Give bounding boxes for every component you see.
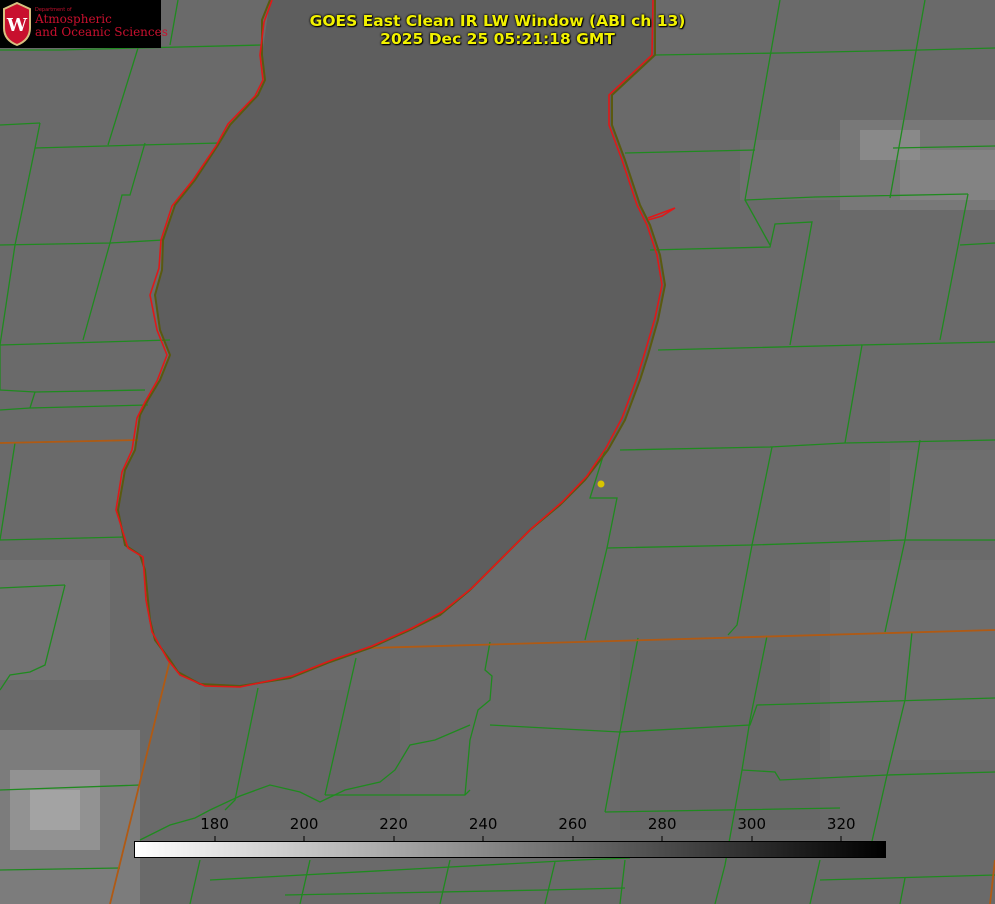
image-title: GOES East Clean IR LW Window (ABI ch 13) [309,12,686,30]
colorbar-tick-label: 300 [737,815,767,833]
colorbar-tick-label: 180 [200,815,229,833]
colorbar-tick-label: 240 [468,815,498,833]
colorbar-tick-label: 280 [647,815,677,833]
colorbar-tick-label: 260 [558,815,587,833]
colorbar-tick-label: 200 [289,815,319,833]
satellite-map [0,0,995,904]
colorbar [134,841,886,858]
image-timestamp: 2025 Dec 25 05:21:18 GMT [380,30,615,48]
colorbar-tick-label: 320 [826,815,856,833]
station-dot-icon [597,480,605,488]
colorbar-tick-label: 220 [379,815,408,833]
